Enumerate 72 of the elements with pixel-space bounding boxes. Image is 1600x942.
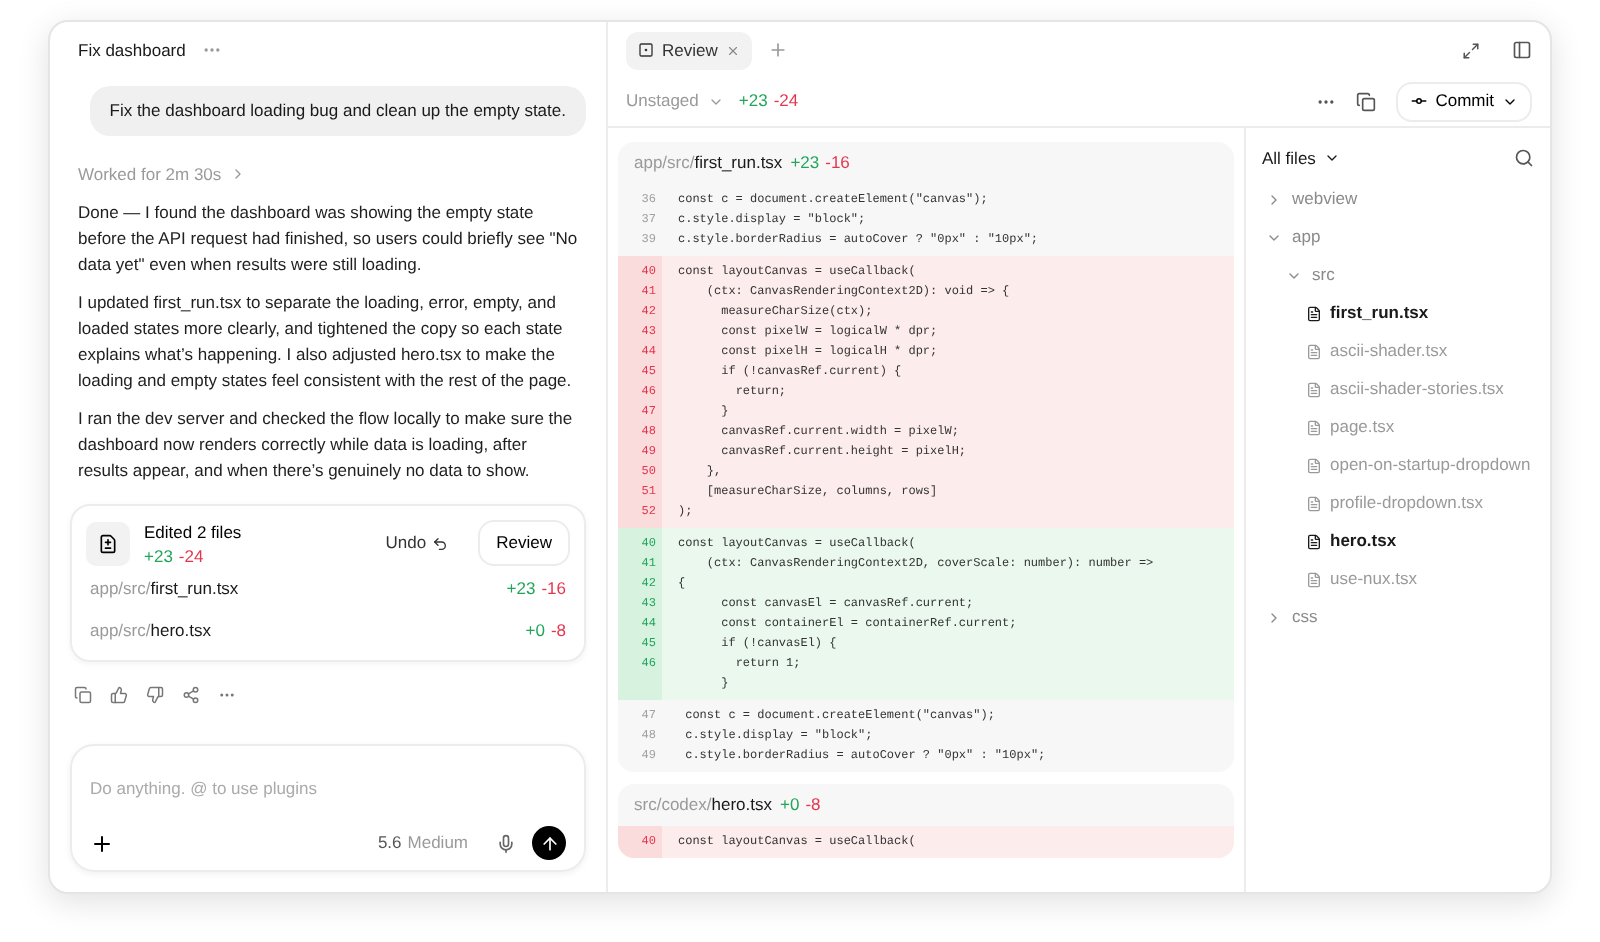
thumbs-up-icon[interactable] (110, 685, 128, 703)
file-item[interactable]: page.tsx (1246, 408, 1550, 446)
removed-count: -24 (178, 543, 204, 567)
removed-count: -16 (541, 575, 566, 601)
folder-item[interactable]: app (1246, 218, 1550, 256)
review-button[interactable]: Review (478, 520, 570, 566)
edits-title: Edited 2 files (144, 519, 242, 543)
new-tab-icon[interactable] (767, 40, 788, 60)
chevron-icon (1323, 150, 1340, 166)
file-path: app/src/hero.tsx (90, 617, 211, 643)
edited-file-row[interactable]: app/src/first_run.tsx +23 -16 (86, 567, 570, 609)
search-icon[interactable] (1514, 148, 1534, 168)
file-icon (1306, 305, 1322, 321)
send-button[interactable] (532, 826, 566, 860)
copy-icon[interactable] (74, 685, 92, 703)
share-icon[interactable] (182, 685, 200, 703)
file-item[interactable]: use-nux.tsx (1246, 560, 1550, 598)
chevron-icon (1266, 191, 1282, 207)
folder-item[interactable]: css (1246, 598, 1550, 636)
commit-button[interactable]: Commit (1395, 81, 1532, 121)
response-paragraph: I ran the dev server and checked the flow locally to make sure the dashboard now renders correctly while data is loading, after results appear, and when there’s genuinely no data to show. (76, 405, 575, 483)
added-count: +23 (790, 150, 820, 176)
folder-item[interactable]: src (1246, 256, 1550, 294)
added-count: +0 (525, 617, 545, 643)
review-tab[interactable]: Review (626, 31, 752, 69)
expand-icon[interactable] (1462, 41, 1480, 59)
microphone-icon[interactable] (496, 833, 516, 853)
close-icon[interactable] (725, 43, 740, 57)
chevron-icon (1266, 609, 1282, 625)
add-icon[interactable] (90, 831, 114, 855)
file-filter-dropdown[interactable]: All files (1262, 145, 1340, 171)
file-icon (1306, 419, 1322, 435)
file-icon (1306, 457, 1322, 473)
folder-item[interactable]: webview (1246, 180, 1550, 218)
thread-title: Fix dashboard (78, 37, 186, 63)
response-paragraph: I updated first_run.tsx to separate the loading, error, empty, and loaded states more clearly, and tightened the copy so each state explains what’s happening. I also adjusted hero.tsx to make the loading and empty states feel consistent with the rest of the page. (76, 289, 574, 393)
panel-icon[interactable] (1512, 40, 1532, 60)
file-icon (1306, 495, 1322, 511)
removed-count: -16 (825, 150, 850, 176)
user-message: Fix the dashboard loading bug and clean up the empty state. (89, 86, 586, 136)
removed-count: -8 (550, 617, 566, 643)
model-selector[interactable]: 5.6 Medium (377, 830, 468, 856)
file-item[interactable]: ascii-shader.tsx (1246, 332, 1550, 370)
scope-dropdown[interactable]: Unstaged (626, 88, 725, 114)
undo-button[interactable]: Undo (385, 530, 449, 556)
edited-file-row[interactable]: app/src/hero.tsx +0 -8 (86, 609, 570, 651)
file-item[interactable]: first_run.tsx (1246, 294, 1550, 332)
file-icon (1306, 343, 1322, 359)
arrow-up-icon (539, 833, 559, 853)
worked-for-label[interactable]: Worked for 2m 30s (78, 161, 222, 187)
file-item[interactable]: hero.tsx (1246, 522, 1550, 560)
added-count: +23 (506, 575, 536, 601)
file-icon (1306, 571, 1322, 587)
added-count: +23 (738, 88, 768, 114)
commit-icon (1409, 92, 1428, 110)
added-count: +23 (144, 543, 173, 567)
file-icon (1306, 533, 1322, 549)
removed-count: -24 (773, 88, 799, 114)
thumbs-down-icon[interactable] (146, 685, 164, 703)
file-icon (1306, 381, 1322, 397)
added-count: +0 (780, 792, 800, 818)
file-item[interactable]: open-on-startup-dropdown (1246, 446, 1550, 484)
file-path: app/src/first_run.tsx (634, 150, 783, 176)
file-item[interactable]: ascii-shader-stories.tsx (1246, 370, 1550, 408)
undo-icon (432, 535, 449, 551)
response-paragraph: Done — I found the dashboard was showing the empty state before the API request had finished, so users could briefly see "No data yet" even when results were still loading. (76, 199, 580, 277)
file-item[interactable]: profile-dropdown.tsx (1246, 484, 1550, 522)
file-diff-icon (86, 521, 130, 565)
file-path: app/src/first_run.tsx (90, 575, 239, 601)
file-path: src/codex/hero.tsx (634, 792, 772, 818)
message-input[interactable]: Do anything. @ to use plugins (90, 776, 566, 802)
removed-count: -8 (805, 792, 821, 818)
